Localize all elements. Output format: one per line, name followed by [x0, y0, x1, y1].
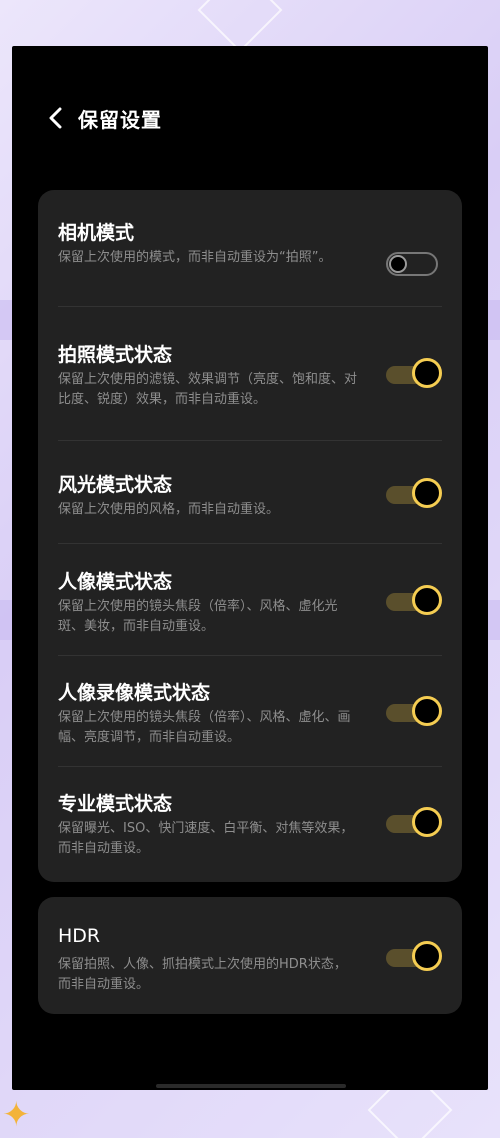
- setting-title: 拍照模式状态: [58, 344, 173, 366]
- toggle-switch-on[interactable]: [386, 694, 442, 730]
- hdr-card: HDR 保留拍照、人像、抓拍模式上次使用的HDR状态，而非自动重设。: [38, 897, 462, 1014]
- divider: [58, 655, 442, 656]
- back-button[interactable]: [34, 98, 78, 138]
- setting-description: 保留上次使用的镜头焦段（倍率）、风格、虚化光斑、美妆，而非自动重设。: [58, 599, 338, 634]
- toggle-knob: [389, 255, 407, 273]
- divider: [58, 440, 442, 441]
- setting-row-photo-mode-state[interactable]: 拍照模式状态 保留上次使用的滤镜、效果调节（亮度、饱和度、对比度、锐度）效果，而…: [58, 340, 442, 420]
- background-diamond: [197, 0, 283, 53]
- toggle-switch-on[interactable]: [386, 583, 442, 619]
- toggle-switch-on[interactable]: [386, 356, 442, 392]
- setting-row-portrait-mode-state[interactable]: 人像模式状态 保留上次使用的镜头焦段（倍率）、风格、虚化光斑、美妆，而非自动重设…: [58, 567, 442, 647]
- toggle-switch-on[interactable]: [386, 476, 442, 512]
- setting-description: 保留上次使用的风格，而非自动重设。: [58, 502, 280, 517]
- setting-description: 保留上次使用的模式，而非自动重设为“拍照”。: [58, 250, 332, 265]
- toggle-knob: [412, 358, 442, 388]
- toggle-knob: [412, 585, 442, 615]
- setting-title: HDR: [58, 925, 101, 947]
- divider: [58, 766, 442, 767]
- phone-screen: 保留设置 相机模式 保留上次使用的模式，而非自动重设为“拍照”。 拍照模式状态 …: [12, 46, 488, 1090]
- toggle-switch-on[interactable]: [386, 939, 442, 975]
- page-title: 保留设置: [78, 107, 162, 132]
- setting-row-portrait-video-mode-state[interactable]: 人像录像模式状态 保留上次使用的镜头焦段（倍率）、风格、虚化、画幅、亮度调节，而…: [58, 678, 442, 758]
- toggle-knob: [412, 478, 442, 508]
- toggle-knob: [412, 807, 442, 837]
- setting-title: 专业模式状态: [58, 793, 173, 815]
- setting-description: 保留上次使用的滤镜、效果调节（亮度、饱和度、对比度、锐度）效果，而非自动重设。: [58, 372, 358, 407]
- settings-card: 相机模式 保留上次使用的模式，而非自动重设为“拍照”。 拍照模式状态 保留上次使…: [38, 190, 462, 882]
- setting-row-landscape-mode-state[interactable]: 风光模式状态 保留上次使用的风格，而非自动重设。: [58, 470, 442, 530]
- divider: [58, 306, 442, 307]
- divider: [58, 543, 442, 544]
- setting-title: 人像录像模式状态: [58, 682, 211, 704]
- setting-title: 风光模式状态: [58, 474, 173, 496]
- setting-row-pro-mode-state[interactable]: 专业模式状态 保留曝光、ISO、快门速度、白平衡、对焦等效果，而非自动重设。: [58, 789, 442, 869]
- toggle-switch-off[interactable]: [386, 246, 442, 282]
- home-indicator: [156, 1084, 346, 1088]
- setting-description: 保留曝光、ISO、快门速度、白平衡、对焦等效果，而非自动重设。: [58, 821, 354, 856]
- setting-description: 保留拍照、人像、抓拍模式上次使用的HDR状态，而非自动重设。: [58, 957, 347, 992]
- toggle-switch-on[interactable]: [386, 805, 442, 841]
- header: 保留设置: [12, 98, 162, 138]
- chevron-left-icon: [49, 107, 62, 129]
- setting-row-hdr[interactable]: HDR 保留拍照、人像、抓拍模式上次使用的HDR状态，而非自动重设。: [58, 925, 442, 995]
- toggle-knob: [412, 941, 442, 971]
- setting-title: 人像模式状态: [58, 571, 173, 593]
- sparkle-icon: ✦: [2, 1095, 31, 1135]
- setting-row-camera-mode[interactable]: 相机模式 保留上次使用的模式，而非自动重设为“拍照”。: [58, 218, 442, 298]
- setting-title: 相机模式: [58, 222, 135, 244]
- setting-description: 保留上次使用的镜头焦段（倍率）、风格、虚化、画幅、亮度调节，而非自动重设。: [58, 710, 351, 745]
- toggle-knob: [412, 696, 442, 726]
